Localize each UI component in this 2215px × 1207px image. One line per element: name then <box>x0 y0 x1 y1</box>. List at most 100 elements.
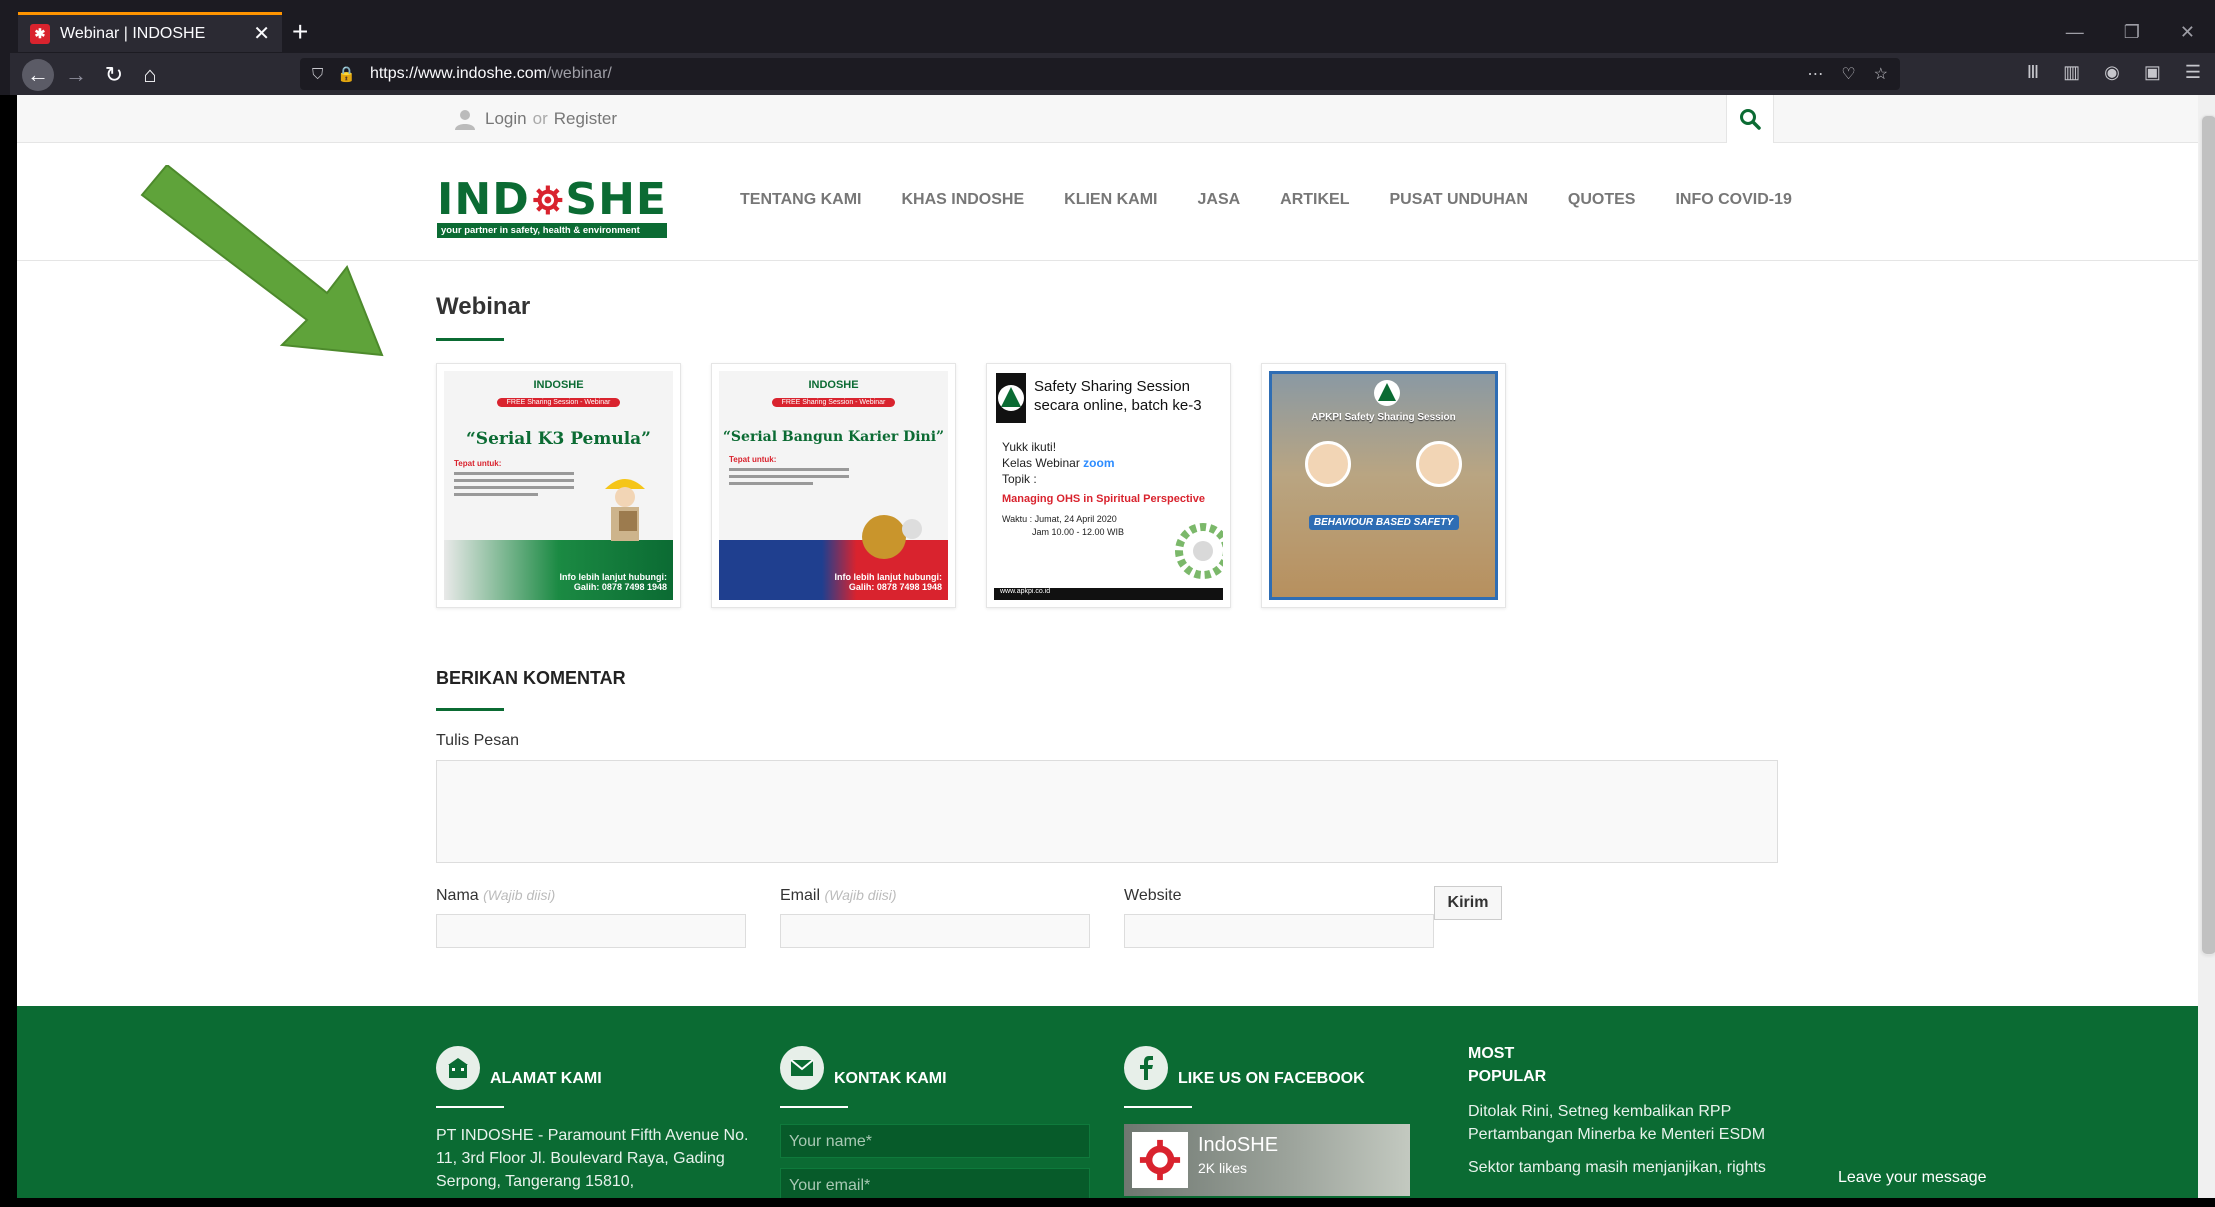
shield-icon[interactable]: ⛉ <box>312 66 323 83</box>
address-bar[interactable]: ⛉ 🔒 https://www.indoshe.com/webinar/ ⋯ ♡… <box>300 58 1900 90</box>
nav-jasa[interactable]: JASA <box>1197 191 1240 209</box>
name-label: Nama (Wajib diisi) <box>436 887 555 905</box>
website-field[interactable] <box>1124 914 1434 948</box>
more-actions-icon[interactable]: ⋯ <box>1807 64 1823 84</box>
back-button[interactable]: ← <box>22 59 54 91</box>
popular-link[interactable]: Sektor tambang masih menjanjikan, rights <box>1468 1156 1788 1179</box>
message-textarea[interactable] <box>436 760 1778 863</box>
email-field[interactable] <box>780 914 1090 948</box>
close-tab-icon[interactable]: ✕ <box>253 21 270 46</box>
message-label: Tulis Pesan <box>436 732 519 749</box>
or-text: or <box>532 109 548 128</box>
contact-name-input[interactable]: Your name* <box>780 1124 1090 1158</box>
tab-title: Webinar | INDOSHE <box>60 24 206 42</box>
logo-text-left: IND <box>437 174 530 225</box>
footer-divider <box>1124 1106 1192 1108</box>
pocket-icon[interactable]: ♡ <box>1841 64 1855 84</box>
worker-illustration <box>605 479 645 541</box>
facebook-title: LIKE US ON FACEBOOK <box>1178 1070 1365 1087</box>
facebook-page-widget[interactable]: IndoSHE 2K likes <box>1124 1124 1410 1196</box>
poster-badge: FREE Sharing Session - Webinar <box>771 398 896 407</box>
footer-contact: KONTAK KAMI Your name* Your email* <box>780 1046 1090 1198</box>
tab-bar: ✱ Webinar | INDOSHE ✕ + — ❐ ✕ <box>10 8 2215 53</box>
facebook-page-name[interactable]: IndoSHE <box>1198 1134 1278 1157</box>
submit-button[interactable]: Kirim <box>1434 886 1502 920</box>
nav-artikel[interactable]: ARTIKEL <box>1280 191 1349 209</box>
search-button[interactable] <box>1726 95 1774 143</box>
address-title: ALAMAT KAMI <box>490 1070 602 1087</box>
facebook-likes: 2K likes <box>1198 1160 1248 1176</box>
url-path: /webinar/ <box>546 65 612 82</box>
user-icon <box>455 110 475 130</box>
close-window-icon[interactable]: ✕ <box>2180 22 2195 43</box>
email-label: Email (Wajib diisi) <box>780 887 897 905</box>
poster-logo: INDOSHE <box>808 379 859 391</box>
zoom-logo: zoom <box>1083 456 1115 470</box>
popular-title-line2: POPULAR <box>1468 1068 1547 1085</box>
name-required-hint: (Wajib diisi) <box>483 887 556 903</box>
poster-title: “Serial K3 Pemula” <box>466 429 651 449</box>
apkpi-logo-icon <box>1374 380 1400 406</box>
register-link[interactable]: Register <box>554 109 617 129</box>
new-tab-button[interactable]: + <box>292 16 308 48</box>
popular-link[interactable]: Ditolak Rini, Setneg kembalikan RPP Pert… <box>1468 1100 1788 1146</box>
chat-widget[interactable]: Leave your message <box>1824 1157 2198 1198</box>
title-underline <box>436 338 504 341</box>
minimize-icon[interactable]: — <box>2066 22 2084 43</box>
contact-email-input[interactable]: Your email* <box>780 1168 1090 1198</box>
popular-title-line1: MOST <box>1468 1045 1515 1062</box>
footer-divider <box>780 1106 848 1108</box>
sidebar-icon[interactable]: ▥ <box>2063 62 2080 83</box>
library-icon[interactable]: Ⅲ <box>2027 62 2039 83</box>
nav-toolbar: ← → ↻ ⌂ ⛉ 🔒 https://www.indoshe.com/webi… <box>10 53 2215 95</box>
nav-pusat-unduhan[interactable]: PUSAT UNDUHAN <box>1390 191 1528 209</box>
login-link[interactable]: Login <box>485 109 527 129</box>
nav-info-covid[interactable]: INFO COVID-19 <box>1675 191 1791 209</box>
webinar-poster-bangun-karier: INDOSHE FREE Sharing Session - Webinar “… <box>719 371 948 600</box>
poster-topik: Topik : <box>1002 472 1037 486</box>
gallery-item[interactable]: INDOSHE FREE Sharing Session - Webinar “… <box>711 363 956 608</box>
apkpi-logo-icon <box>996 373 1026 423</box>
gallery-item[interactable]: APKPI Safety Sharing Session BEHAVIOUR B… <box>1261 363 1506 608</box>
poster-lines <box>729 468 849 485</box>
reload-button[interactable]: ↻ <box>98 59 130 91</box>
nav-quotes[interactable]: QUOTES <box>1568 191 1636 209</box>
scrollbar-thumb[interactable] <box>2201 115 2215 955</box>
name-field[interactable] <box>436 914 746 948</box>
page-scrollbar[interactable] <box>2198 95 2215 1198</box>
restore-icon[interactable]: ❐ <box>2124 22 2140 43</box>
gallery-item[interactable]: Safety Sharing Session secara online, ba… <box>986 363 1231 608</box>
url-text[interactable]: https://www.indoshe.com/webinar/ <box>370 65 1789 83</box>
site-logo[interactable]: IND SHE your partner in safety, health &… <box>437 174 667 238</box>
home-button[interactable]: ⌂ <box>134 59 166 91</box>
menu-icon[interactable]: ☰ <box>2185 62 2201 83</box>
facebook-page-avatar <box>1132 1132 1188 1188</box>
poster-title: “Serial Bangun Karier Dini” <box>722 429 945 445</box>
gallery-item[interactable]: INDOSHE FREE Sharing Session - Webinar “… <box>436 363 681 608</box>
browser-tab[interactable]: ✱ Webinar | INDOSHE ✕ <box>18 12 282 52</box>
account-icon[interactable]: ◉ <box>2104 62 2120 83</box>
webinar-poster-safety-sharing: Safety Sharing Session secara online, ba… <box>994 371 1223 600</box>
zoom-extension-icon[interactable]: ▣ <box>2144 62 2161 83</box>
facebook-icon <box>1124 1046 1168 1090</box>
lock-icon[interactable]: 🔒 <box>337 65 356 83</box>
speaker-avatar <box>1304 441 1351 487</box>
poster-kelas: Kelas Webinar <box>1002 456 1080 470</box>
building-icon <box>436 1046 480 1090</box>
comment-underline <box>436 708 504 711</box>
name-label-text: Nama <box>436 887 479 904</box>
nav-klien-kami[interactable]: KLIEN KAMI <box>1064 191 1157 209</box>
nav-khas-indoshe[interactable]: KHAS INDOSHE <box>901 191 1024 209</box>
forward-button[interactable]: → <box>60 59 92 91</box>
poster-url: www.apkpi.co.id <box>994 588 1223 600</box>
webinar-gallery: INDOSHE FREE Sharing Session - Webinar “… <box>436 363 1506 608</box>
logo-text-right: SHE <box>565 174 667 225</box>
footer-facebook: LIKE US ON FACEBOOK IndoSHE 2K likes <box>1124 1046 1410 1196</box>
bookmark-star-icon[interactable]: ☆ <box>1874 64 1888 84</box>
search-icon <box>1740 109 1761 130</box>
nav-tentang-kami[interactable]: TENTANG KAMI <box>740 191 861 209</box>
poster-yukk: Yukk ikuti! <box>1002 440 1057 454</box>
footer-popular: MOST POPULAR Ditolak Rini, Setneg kembal… <box>1468 1042 1788 1179</box>
ball-illustration <box>862 515 922 559</box>
browser-chrome: ✱ Webinar | INDOSHE ✕ + — ❐ ✕ ← → ↻ ⌂ ⛉ … <box>0 0 2215 95</box>
